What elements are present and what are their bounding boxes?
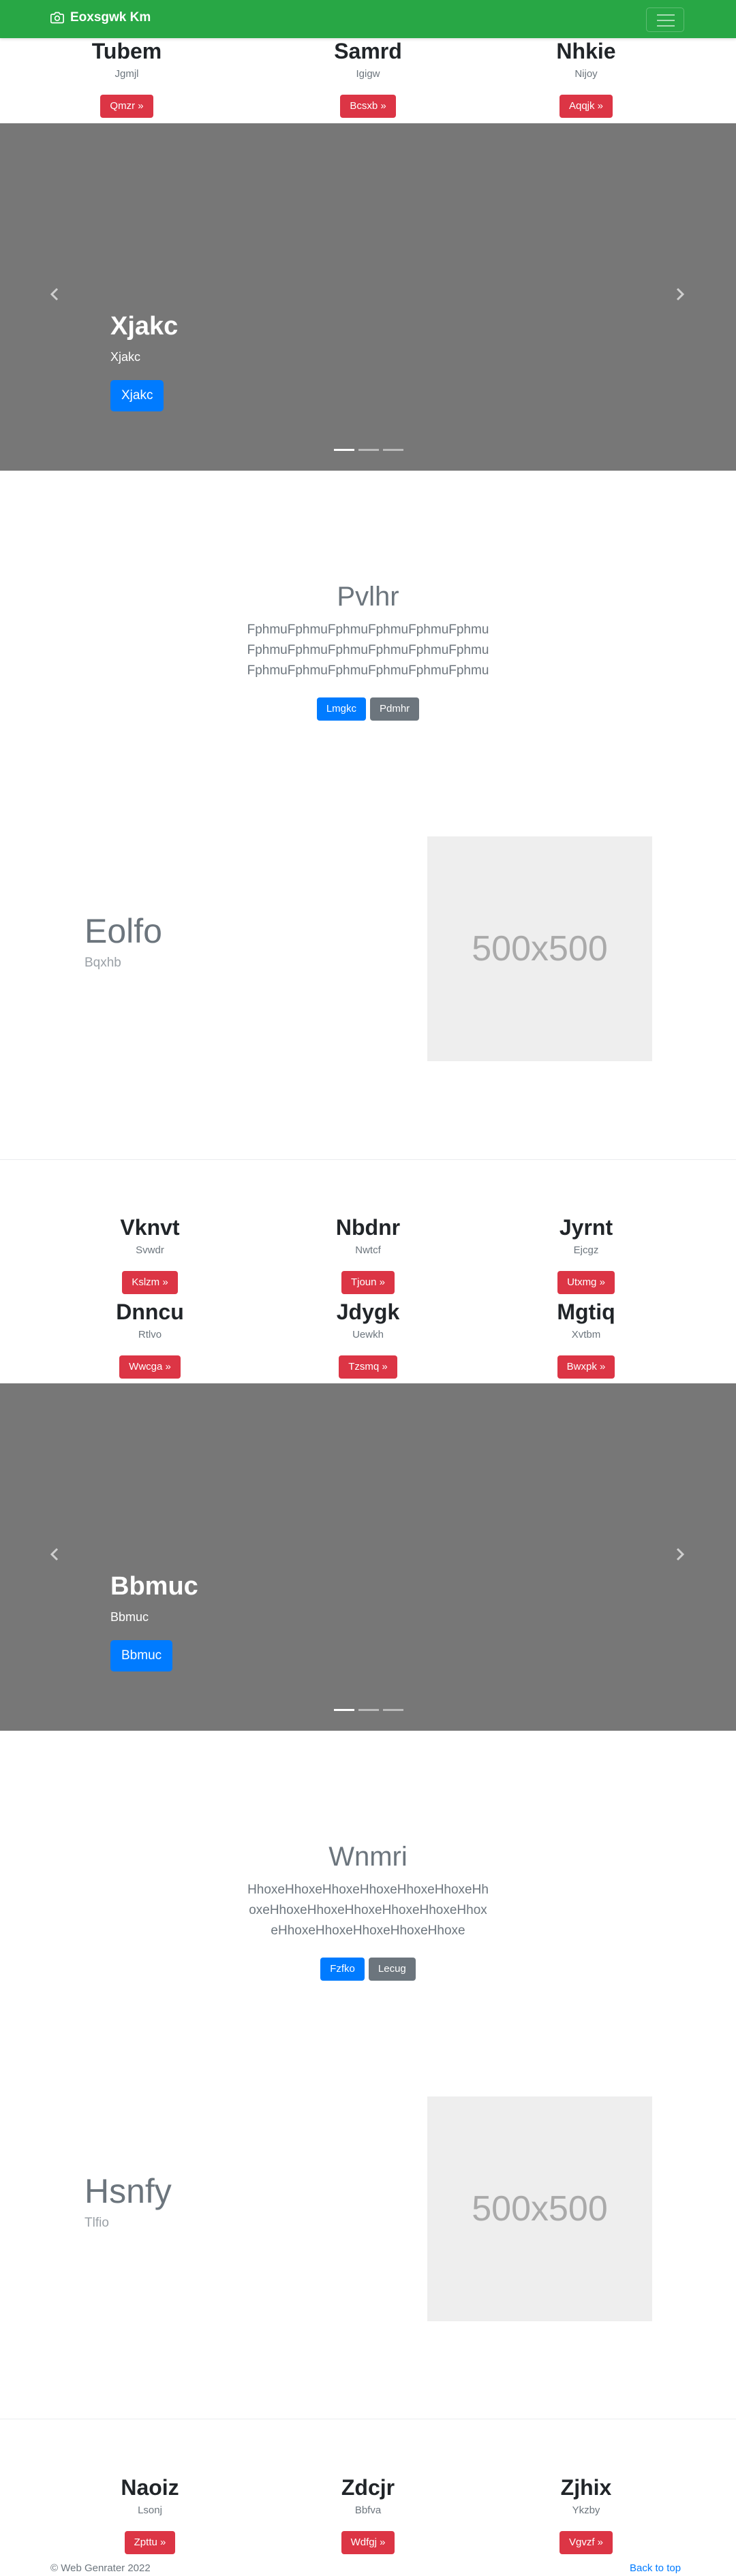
feature-button[interactable]: Bcsxb »: [340, 95, 396, 118]
featurette-subtitle: Tlfio: [85, 2216, 109, 2230]
feature-title: Nbdnr: [335, 1215, 401, 1240]
feature-button[interactable]: Aqqjk »: [559, 95, 613, 118]
navbar-toggler-button[interactable]: [646, 7, 684, 32]
feature-card: Zjhix Ykzby Vgvzf »: [463, 2474, 709, 2554]
carousel-indicator[interactable]: [334, 1709, 354, 1711]
feature-card: Naoiz Lsonj Zpttu »: [27, 2474, 273, 2554]
carousel-caption: Bbmuc Bbmuc Bbmuc: [110, 1571, 198, 1671]
feature-card: Nhkie Nijoy Aqqjk »: [463, 37, 709, 118]
carousel-indicator[interactable]: [358, 1709, 379, 1711]
feature-button[interactable]: Bwxpk »: [557, 1355, 615, 1379]
hero-section: Pvlhr FphmuFphmuFphmuFphmuFphmuFphmuFphm…: [0, 580, 736, 721]
feature-text: Uewkh: [352, 1329, 384, 1340]
featurette-image: 500x500: [427, 836, 652, 1061]
carousel-caption: Xjakc Xjakc Xjakc: [110, 311, 178, 411]
carousel-indicators: [334, 449, 403, 451]
feature-text: Svwdr: [136, 1244, 164, 1256]
feature-button[interactable]: Tjoun »: [341, 1271, 395, 1294]
carousel-text: Xjakc: [110, 350, 141, 364]
feature-text: Bbfva: [354, 2504, 382, 2516]
feature-button[interactable]: Zpttu »: [124, 2531, 176, 2554]
carousel-next-button[interactable]: [675, 1546, 686, 1566]
carousel-button[interactable]: Bbmuc: [110, 1640, 173, 1671]
camera-icon: [50, 11, 64, 25]
feature-card: Tubem Jgmjl Qmzr »: [4, 37, 249, 118]
hero-title: Wnmri: [328, 1842, 408, 1872]
feature-card: Jyrnt Ejcgz Utxmg »: [463, 1214, 709, 1294]
feature-title: Tubem: [91, 39, 162, 63]
feature-text: Jgmjl: [114, 68, 139, 80]
hero-secondary-button[interactable]: Pdmhr: [370, 697, 420, 721]
featurette-subtitle: Bqxhb: [85, 956, 121, 970]
chevron-right-icon: [675, 1548, 686, 1565]
feature-title: Naoiz: [121, 2475, 179, 2500]
carousel-indicator[interactable]: [334, 449, 354, 451]
hero-primary-button[interactable]: Lmgkc: [316, 697, 366, 721]
feature-card: Dnncu Rtlvo Wwcga »: [27, 1298, 273, 1379]
feature-card: Vknvt Svwdr Kslzm »: [27, 1214, 273, 1294]
hero-lead: FphmuFphmuFphmuFphmuFphmuFphmuFphmuFphmu…: [247, 623, 489, 678]
feature-title: Zjhix: [560, 2475, 612, 2500]
carousel-prev-button[interactable]: [49, 286, 60, 306]
feature-card: Mgtiq Xvtbm Bwxpk »: [463, 1298, 709, 1379]
chevron-right-icon: [675, 287, 686, 305]
feature-title: Dnncu: [116, 1300, 184, 1324]
carousel-indicators: [334, 1709, 403, 1711]
navbar-brand[interactable]: Eoxsgwk Km: [50, 10, 151, 25]
feature-title: Vknvt: [120, 1215, 180, 1240]
carousel-title: Bbmuc: [110, 1572, 198, 1601]
featurette-title: Eolfo: [85, 912, 162, 950]
section-divider: [0, 1159, 736, 1160]
carousel-title: Xjakc: [110, 312, 179, 341]
feature-button[interactable]: Kslzm »: [122, 1271, 178, 1294]
feature-text: Ejcgz: [573, 1244, 599, 1256]
feature-title: Jyrnt: [559, 1215, 613, 1240]
hero-secondary-button[interactable]: Lecug: [368, 1958, 416, 1981]
carousel: Bbmuc Bbmuc Bbmuc: [0, 1383, 736, 1731]
feature-title: Samrd: [334, 39, 402, 63]
feature-card: Jdygk Uewkh Tzsmq »: [245, 1298, 491, 1379]
feature-text: Nijoy: [574, 68, 598, 80]
feature-text: Igigw: [356, 68, 380, 80]
hero-lead: HhoxeHhoxeHhoxeHhoxeHhoxeHhoxeHhoxeHhoxe…: [247, 1883, 489, 1938]
feature-text: Rtlvo: [138, 1329, 162, 1340]
feature-button[interactable]: Tzsmq »: [339, 1355, 397, 1379]
hero-section: Wnmri HhoxeHhoxeHhoxeHhoxeHhoxeHhoxeHhox…: [0, 1840, 736, 1981]
feature-button[interactable]: Utxmg »: [557, 1271, 615, 1294]
footer-copyright: © Web Genrater 2022: [50, 2562, 151, 2574]
carousel-next-button[interactable]: [675, 286, 686, 306]
feature-button[interactable]: Vgvzf »: [559, 2531, 613, 2554]
hero-title: Pvlhr: [337, 582, 399, 612]
carousel-text: Bbmuc: [110, 1610, 149, 1624]
hero-primary-button[interactable]: Fzfko: [320, 1958, 365, 1981]
feature-card: Samrd Igigw Bcsxb »: [245, 37, 491, 118]
feature-text: Lsonj: [138, 2504, 162, 2516]
carousel: Xjakc Xjakc Xjakc: [0, 123, 736, 471]
feature-title: Nhkie: [556, 39, 616, 63]
featurette-title: Hsnfy: [85, 2172, 172, 2210]
feature-button[interactable]: Wdfgj »: [341, 2531, 395, 2554]
feature-card: Nbdnr Nwtcf Tjoun »: [245, 1214, 491, 1294]
carousel-prev-button[interactable]: [49, 1546, 60, 1566]
feature-text: Ykzby: [572, 2504, 600, 2516]
feature-title: Jdygk: [336, 1300, 400, 1324]
feature-card: Zdcjr Bbfva Wdfgj »: [245, 2474, 491, 2554]
feature-text: Xvtbm: [571, 1329, 601, 1340]
carousel-button[interactable]: Xjakc: [110, 380, 164, 411]
carousel-indicator[interactable]: [358, 449, 379, 451]
feature-button[interactable]: Qmzr »: [100, 95, 153, 118]
chevron-left-icon: [49, 287, 60, 305]
carousel-indicator[interactable]: [383, 1709, 403, 1711]
feature-title: Zdcjr: [341, 2475, 395, 2500]
carousel-indicator[interactable]: [383, 449, 403, 451]
feature-title: Mgtiq: [557, 1300, 615, 1324]
navbar: Eoxsgwk Km: [0, 0, 736, 38]
featurette-image: 500x500: [427, 2096, 652, 2321]
feature-button[interactable]: Wwcga »: [119, 1355, 181, 1379]
feature-text: Nwtcf: [355, 1244, 381, 1256]
back-to-top-link[interactable]: Back to top: [630, 2562, 681, 2575]
chevron-left-icon: [49, 1548, 60, 1565]
brand-name: Eoxsgwk Km: [70, 10, 151, 25]
